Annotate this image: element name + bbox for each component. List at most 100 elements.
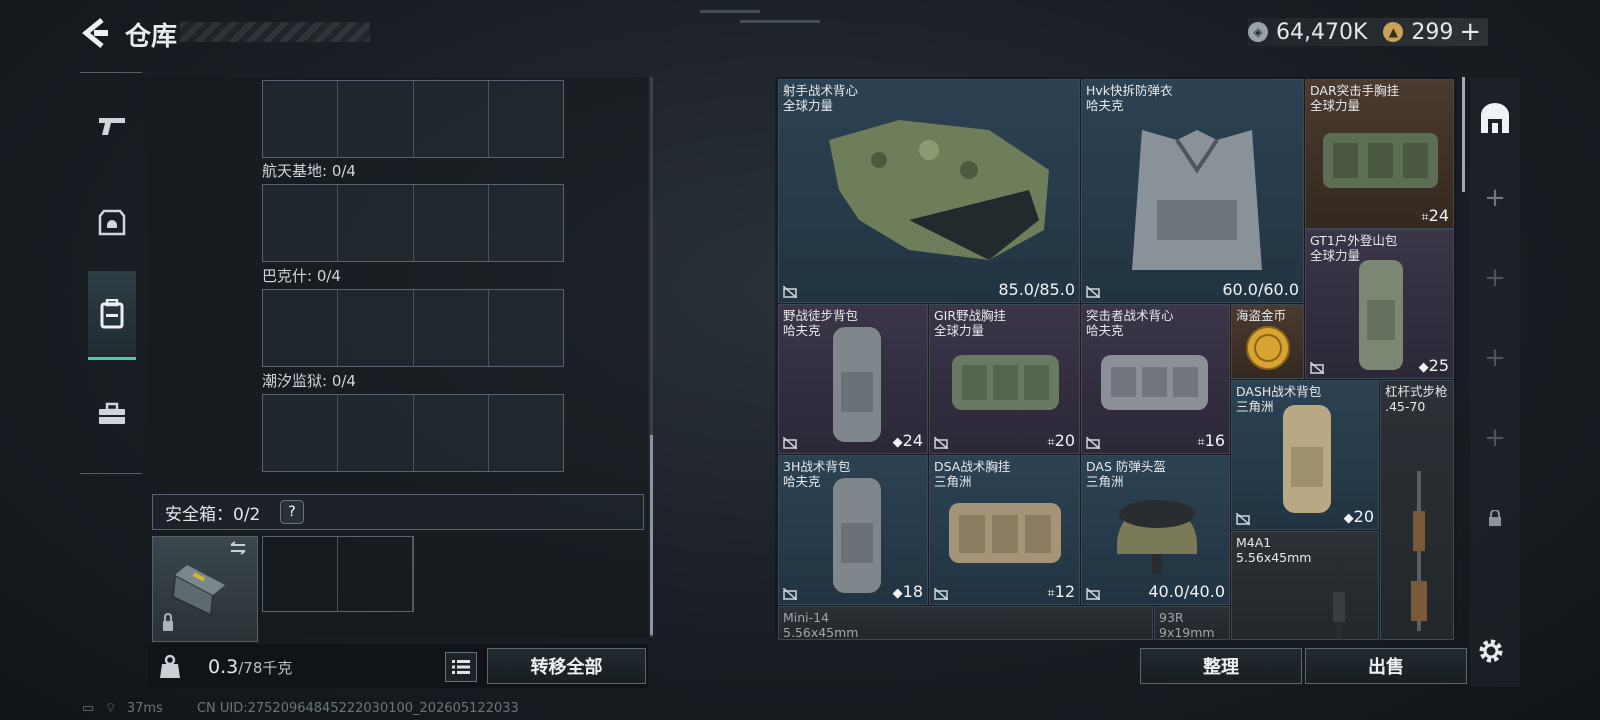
- tab-backpacks[interactable]: [88, 271, 136, 360]
- item-cell[interactable]: 野战徒步背包 哈夫克 ◆24: [778, 304, 928, 454]
- map-label-tidal-prison: 潮汐监狱: 0/4: [262, 372, 356, 390]
- backpack-icon: [1359, 260, 1403, 370]
- list-icon: [452, 660, 470, 674]
- safe-case-icon: [163, 541, 246, 631]
- backpack-icon: [833, 327, 881, 442]
- battery-icon: ▭: [82, 701, 95, 716]
- stash-icon: [1481, 103, 1509, 133]
- weight-current: 0.3: [208, 656, 239, 678]
- gear-icon: [1479, 639, 1503, 663]
- item-cell[interactable]: Hvk快拆防弹衣 哈夫克 60.0/60.0: [1081, 79, 1304, 303]
- item-cell[interactable]: 93R 9x19mm: [1154, 606, 1230, 640]
- add-currency-button[interactable]: +: [1459, 17, 1481, 47]
- item-name: DAR突击手胸挂 全球力量: [1310, 83, 1400, 113]
- capacity-value: ⌗16: [1197, 431, 1225, 450]
- gold-currency-value: 299: [1411, 19, 1454, 45]
- capacity-icon: ⌗: [1197, 435, 1205, 450]
- no-lock-icon: [783, 437, 797, 449]
- safe-box-label: 安全箱：0/2: [165, 505, 261, 525]
- backpack-icon: [100, 299, 124, 329]
- tab-tools[interactable]: [88, 383, 136, 445]
- helmet-icon: [1117, 500, 1197, 574]
- inventory-scrollbar[interactable]: [1462, 77, 1465, 192]
- add-container-button[interactable]: +: [1470, 248, 1520, 308]
- no-lock-icon: [783, 588, 797, 600]
- capacity-value: ◆24: [892, 431, 923, 450]
- chest-rig-icon: [952, 355, 1059, 410]
- sell-button[interactable]: 出售: [1305, 648, 1467, 684]
- capacity-icon: ◆: [1343, 511, 1354, 526]
- settings-button[interactable]: [1476, 636, 1506, 670]
- tab-weapons[interactable]: [88, 95, 136, 157]
- item-name: Hvk快拆防弹衣 哈夫克: [1086, 83, 1173, 113]
- sort-button[interactable]: 整理: [1140, 648, 1302, 684]
- silver-currency-value: 64,470K: [1276, 19, 1368, 45]
- item-cell[interactable]: 杠杆式步枪 .45-70: [1380, 380, 1454, 640]
- item-cell[interactable]: M4A1 5.56x45mm: [1231, 531, 1379, 640]
- item-cell[interactable]: GIR野战胸挂 全球力量 ⌗20: [929, 304, 1080, 454]
- safe-box-slots[interactable]: [262, 536, 414, 612]
- item-cell[interactable]: DAR突击手胸挂 全球力量 ⌗24: [1305, 79, 1454, 229]
- item-cell[interactable]: DAS 防弹头盔 三角洲 40.0/40.0: [1081, 455, 1230, 605]
- no-lock-icon: [1086, 437, 1100, 449]
- item-name: Mini-14 5.56x45mm: [783, 610, 859, 640]
- stash-slot-row[interactable]: [262, 184, 564, 262]
- help-button[interactable]: ?: [280, 500, 304, 524]
- no-lock-icon: [934, 588, 948, 600]
- no-lock-icon: [1310, 362, 1324, 374]
- locked-container-tab[interactable]: [1470, 488, 1520, 548]
- tactical-vest-icon: [829, 120, 1049, 260]
- item-name: DSA战术胸挂 三角洲: [934, 459, 1011, 489]
- list-view-button[interactable]: [445, 652, 477, 682]
- item-cell[interactable]: 海盗金币: [1231, 304, 1304, 379]
- uid-value: CN UID:27520964845222030100_202605122033: [196, 701, 519, 716]
- item-cell[interactable]: GT1户外登山包 全球力量 ◆25: [1305, 229, 1454, 379]
- map-label-bakhsh: 巴克什: 0/4: [262, 267, 341, 285]
- backpack-icon: [1283, 405, 1331, 513]
- durability-value: 40.0/40.0: [1148, 582, 1225, 601]
- category-sidebar: [80, 72, 142, 474]
- item-cell[interactable]: 突击者战术背心 哈夫克 ⌗16: [1081, 304, 1230, 454]
- gold-coin-icon: [1246, 326, 1290, 370]
- weight-capacity: /78千克: [238, 659, 293, 677]
- item-cell[interactable]: 3H战术背包 哈夫克 ◆18: [778, 455, 928, 605]
- no-lock-icon: [1236, 513, 1250, 525]
- back-button[interactable]: [80, 16, 110, 50]
- chest-rig-icon: [949, 503, 1061, 563]
- safe-box-item[interactable]: [152, 536, 258, 642]
- stash-slot-row[interactable]: [262, 394, 564, 472]
- item-cell[interactable]: DSA战术胸挂 三角洲 ⌗12: [929, 455, 1080, 605]
- item-name: 杠杆式步枪 .45-70: [1385, 384, 1448, 414]
- item-cell[interactable]: DASH战术背包 三角洲 ◆20: [1231, 380, 1379, 530]
- title-decoration: [180, 22, 370, 42]
- item-name: M4A1 5.56x45mm: [1236, 535, 1312, 565]
- no-lock-icon: [1086, 286, 1100, 298]
- stash-scrollbar[interactable]: [650, 435, 653, 635]
- capacity-icon: ◆: [892, 586, 903, 601]
- no-lock-icon: [783, 286, 797, 298]
- add-container-button[interactable]: +: [1470, 328, 1520, 388]
- item-cell[interactable]: Mini-14 5.56x45mm: [778, 606, 1153, 640]
- item-name: 海盗金币: [1236, 308, 1287, 323]
- stash-slot-row[interactable]: [262, 80, 564, 158]
- item-cell[interactable]: 射手战术背心 全球力量 85.0/85.0: [778, 79, 1080, 303]
- item-name: 突击者战术背心 哈夫克: [1086, 308, 1174, 338]
- add-container-button[interactable]: +: [1470, 408, 1520, 468]
- tactical-vest-icon: [1101, 355, 1208, 410]
- toolbox-icon: [99, 402, 125, 424]
- weight-value: 0.3/78千克: [208, 656, 292, 678]
- stash-slot-row[interactable]: [262, 289, 564, 367]
- tab-equipment[interactable]: [88, 191, 136, 253]
- add-container-button[interactable]: +: [1470, 168, 1520, 228]
- transfer-all-button[interactable]: 转移全部: [487, 648, 646, 684]
- body-armor-icon: [1132, 130, 1262, 270]
- stash-container-tab[interactable]: [1470, 90, 1520, 150]
- backpack-icon: [833, 478, 881, 593]
- capacity-value: ⌗12: [1047, 582, 1075, 601]
- no-lock-icon: [934, 437, 948, 449]
- pistol-icon: [99, 118, 125, 135]
- armor-helmet-icon: [98, 209, 126, 236]
- rifle-icon: [1411, 471, 1427, 631]
- capacity-value: ◆18: [892, 582, 923, 601]
- rifle-icon: [1333, 562, 1345, 639]
